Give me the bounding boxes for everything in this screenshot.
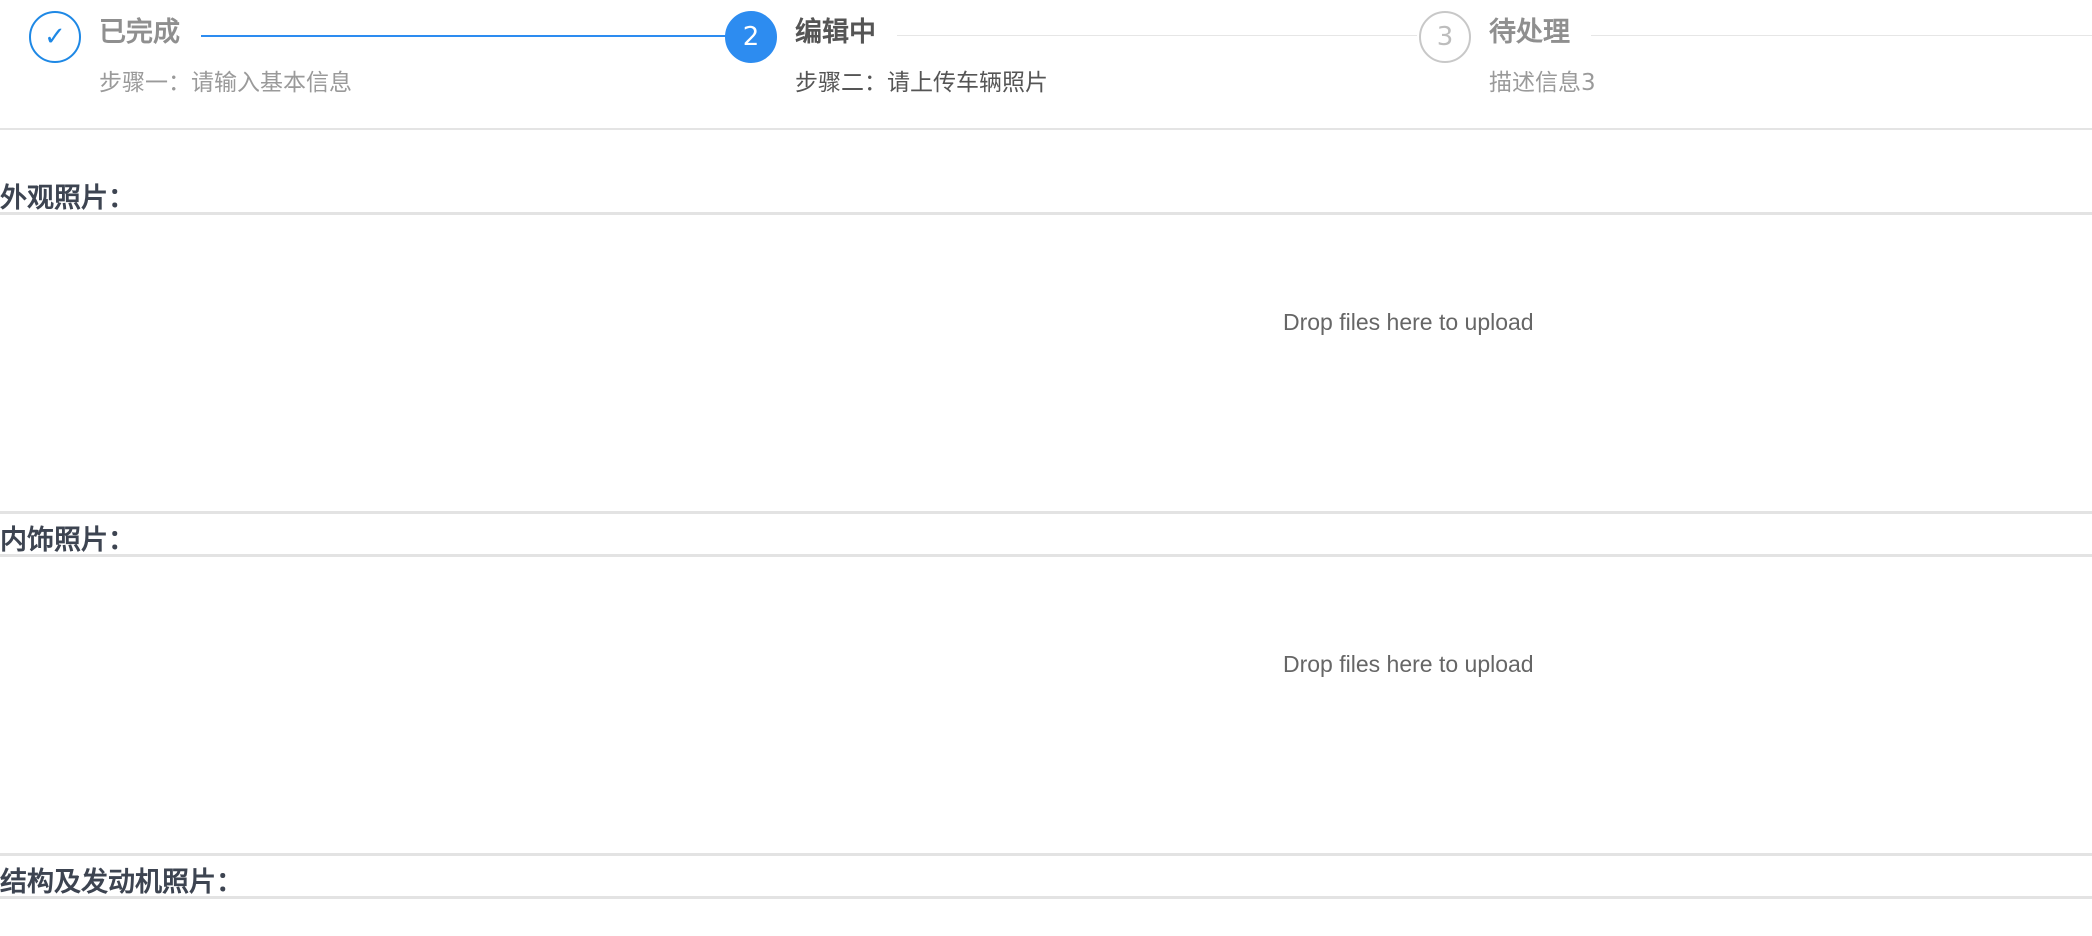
step-3-description: 描述信息3: [1489, 70, 1596, 96]
exterior-photos-dropzone[interactable]: Drop files here to upload: [0, 212, 2092, 514]
step-1-connector: [201, 35, 734, 37]
interior-photos-dropzone[interactable]: Drop files here to upload: [0, 554, 2092, 856]
step-3: 3 待处理 描述信息3: [1419, 0, 2092, 130]
step-2-number: 2: [725, 11, 777, 63]
step-2-connector: [897, 35, 1417, 36]
step-3-title: 待处理: [1489, 10, 1590, 49]
step-2: 2 编辑中 步骤二：请上传车辆照片: [725, 0, 1417, 130]
upload-message: Drop files here to upload: [1283, 651, 1534, 677]
step-1-description: 步骤一：请输入基本信息: [99, 70, 352, 96]
structure-engine-photos-dropzone[interactable]: [0, 896, 2092, 936]
check-icon: ✓: [29, 11, 81, 63]
steps-progress: ✓ 已完成 步骤一：请输入基本信息 2 编辑中 步骤二：请上传车辆照片 3 待处…: [0, 0, 2092, 130]
step-2-description: 步骤二：请上传车辆照片: [795, 70, 1048, 96]
step-3-connector: [1591, 35, 2092, 36]
interior-photos-title: 内饰照片：: [0, 525, 135, 556]
upload-message: Drop files here to upload: [1283, 309, 1534, 335]
step-1-title: 已完成: [99, 10, 200, 49]
step-2-title: 编辑中: [795, 10, 896, 49]
exterior-photos-title: 外观照片：: [0, 183, 135, 214]
step-1: ✓ 已完成 步骤一：请输入基本信息: [29, 0, 734, 130]
step-3-number: 3: [1419, 11, 1471, 63]
structure-engine-photos-title: 结构及发动机照片：: [0, 867, 243, 898]
